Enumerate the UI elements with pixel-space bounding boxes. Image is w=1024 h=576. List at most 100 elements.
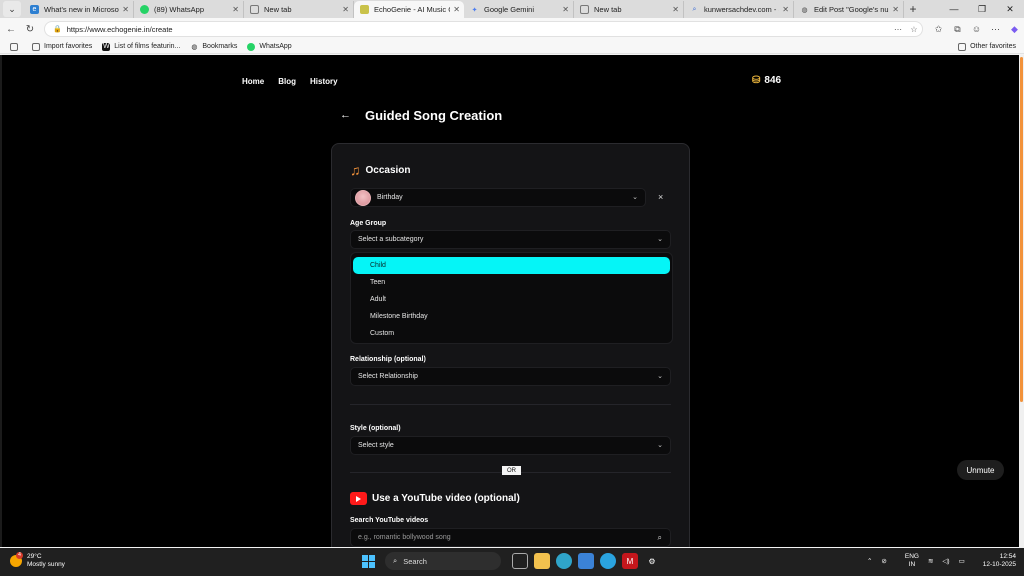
url-text[interactable]: https://www.echogenie.in/create (67, 25, 890, 34)
style-select[interactable]: Select style ⌄ (350, 436, 671, 455)
language-indicator[interactable]: ENG IN (896, 553, 919, 569)
settings-gear-icon[interactable]: ⚙ (644, 553, 660, 569)
bookmark-whatsapp[interactable]: WhatsApp (247, 42, 292, 51)
region-code: IN (908, 561, 916, 568)
nav-home[interactable]: Home (242, 77, 264, 86)
file-explorer-icon[interactable] (534, 553, 550, 569)
wifi-icon[interactable]: ≋ (928, 557, 933, 565)
close-tab-icon[interactable]: ✕ (342, 5, 349, 14)
close-tab-icon[interactable]: ✕ (672, 5, 679, 14)
other-favorites[interactable]: Other favorites (958, 42, 1016, 51)
clock[interactable]: 12:54 12-10-2025 (974, 553, 1016, 569)
store-icon[interactable] (578, 553, 594, 569)
browser-tab[interactable]: ⌕ kunwersachdev.com - Sear ✕ (684, 1, 794, 18)
collections-icon[interactable]: ⧉ (948, 24, 967, 35)
bookmark-label: List of films featurin... (114, 43, 181, 50)
echogenie-icon (360, 5, 369, 14)
back-arrow-icon[interactable]: ← (340, 109, 351, 121)
close-tab-icon[interactable]: ✕ (232, 5, 239, 14)
occasion-select[interactable]: Birthday ⌄ (350, 188, 646, 207)
close-tab-icon[interactable]: ✕ (453, 5, 460, 14)
age-group-select[interactable]: Select a subcategory ⌄ (350, 230, 671, 249)
page-scrollbar-thumb[interactable] (1020, 57, 1023, 402)
lock-icon[interactable]: 🔒 (53, 25, 62, 33)
close-tab-icon[interactable]: ✕ (122, 5, 129, 14)
browser-tab[interactable]: (89) WhatsApp ✕ (134, 1, 244, 18)
unmute-button[interactable]: Unmute (957, 460, 1004, 480)
browser-tab-active[interactable]: EchoGenie - AI Music Creat ✕ (354, 1, 464, 18)
weather-text: 29°C Mostly sunny (27, 553, 65, 569)
page-viewport: Home Blog History ⛁ 846 ← Guided Song Cr… (0, 55, 1019, 547)
wikipedia-icon: W (102, 42, 111, 51)
close-window-icon[interactable]: ✕ (996, 0, 1024, 18)
song-creation-form: ♫ Occasion Birthday ⌄ × Age Group Select… (331, 143, 690, 547)
system-tray: ⌃ ⊘ ENG IN ≋ ◁) ▭ 12:54 12-10-2025 (858, 553, 1016, 569)
volume-icon[interactable]: ◁) (942, 557, 949, 565)
back-icon[interactable]: ← (3, 24, 19, 35)
bookmark-bookmarks[interactable]: ◍ Bookmarks (190, 43, 237, 51)
youtube-heading-text: Use a YouTube video (optional) (372, 493, 520, 504)
address-bar[interactable]: 🔒 https://www.echogenie.in/create ⋯ ☆ (43, 21, 923, 37)
age-option-adult[interactable]: Adult (353, 291, 670, 308)
weather-condition: Mostly sunny (27, 561, 65, 568)
occasion-heading: ♫ Occasion (350, 162, 411, 178)
browser-tab[interactable]: ◍ Edit Post "Google's num+1 ✕ (794, 1, 904, 18)
close-tab-icon[interactable]: ✕ (782, 5, 789, 14)
age-option-milestone-birthday[interactable]: Milestone Birthday (353, 308, 670, 325)
age-group-placeholder: Select a subcategory (358, 236, 424, 243)
tab-actions-chevron-icon[interactable]: ⌄ (3, 1, 21, 17)
search-icon[interactable]: ⌕ (658, 533, 662, 543)
windows-start-icon[interactable] (362, 554, 375, 568)
occasion-selected-value: Birthday (377, 194, 403, 201)
windows-taskbar: 4 29°C Mostly sunny ⌕ Search M ⚙ ⌃ ⊘ ENG… (0, 548, 1024, 576)
minimize-icon[interactable]: — (940, 0, 968, 18)
favorite-star-icon[interactable]: ☆ (906, 25, 922, 34)
browser-tab[interactable]: ✦ Google Gemini ✕ (464, 1, 574, 18)
page-icon (580, 5, 589, 14)
age-option-teen[interactable]: Teen (353, 274, 670, 291)
taskbar-search-text: Search (403, 556, 427, 566)
bookmark-import-favorites[interactable]: Import favorites (32, 42, 93, 51)
weather-widget[interactable]: 4 29°C Mostly sunny (10, 552, 65, 569)
age-group-dropdown: Child Teen Adult Milestone Birthday Cust… (350, 252, 673, 344)
age-option-custom[interactable]: Custom (353, 325, 670, 342)
reading-view-icon[interactable] (10, 42, 22, 51)
bookmark-films[interactable]: W List of films featurin... (102, 42, 181, 51)
page-title: Guided Song Creation (365, 108, 503, 123)
favorites-icon[interactable]: ✩ (929, 24, 948, 35)
profile-icon[interactable]: ☺ (967, 24, 986, 35)
telegram-icon[interactable] (600, 553, 616, 569)
new-tab-button[interactable]: + (904, 1, 922, 18)
credits-counter[interactable]: ⛁ 846 (752, 75, 781, 86)
nav-history[interactable]: History (310, 77, 338, 86)
browser-tab[interactable]: New tab ✕ (244, 1, 354, 18)
close-tab-icon[interactable]: ✕ (562, 5, 569, 14)
restore-icon[interactable]: ❐ (968, 0, 996, 18)
more-menu-icon[interactable]: ⋯ (986, 24, 1005, 35)
copilot-icon[interactable]: ◆ (1005, 24, 1024, 35)
nav-blog[interactable]: Blog (278, 77, 296, 86)
bookmark-label: Import favorites (44, 43, 93, 50)
relationship-select[interactable]: Select Relationship ⌄ (350, 367, 671, 386)
mcafee-icon[interactable]: M (622, 553, 638, 569)
page-options-icon[interactable]: ⋯ (890, 25, 906, 34)
battery-icon[interactable]: ▭ (959, 557, 965, 565)
edge-icon[interactable] (556, 553, 572, 569)
close-tab-icon[interactable]: ✕ (892, 5, 899, 14)
taskbar-search[interactable]: ⌕ Search (385, 552, 501, 570)
whatsapp-icon (140, 5, 149, 14)
clear-occasion-icon[interactable]: × (658, 192, 663, 202)
age-option-child[interactable]: Child (353, 257, 670, 274)
refresh-icon[interactable]: ↻ (22, 24, 38, 35)
browser-tab[interactable]: New tab ✕ (574, 1, 684, 18)
browser-tab[interactable]: e What's new in Microsoft Ed ✕ (24, 1, 134, 18)
youtube-icon (350, 492, 367, 505)
relationship-placeholder: Select Relationship (358, 373, 418, 380)
task-view-icon[interactable] (512, 553, 528, 569)
tab-title: kunwersachdev.com - Sear (704, 5, 779, 14)
network-off-icon[interactable]: ⊘ (881, 557, 886, 565)
youtube-search-input[interactable]: e.g., romantic bollywood song ⌕ (350, 528, 671, 547)
style-label: Style (optional) (350, 425, 401, 432)
tab-title: What's new in Microsoft Ed (44, 5, 119, 14)
tray-chevron-up-icon[interactable]: ⌃ (867, 557, 872, 565)
